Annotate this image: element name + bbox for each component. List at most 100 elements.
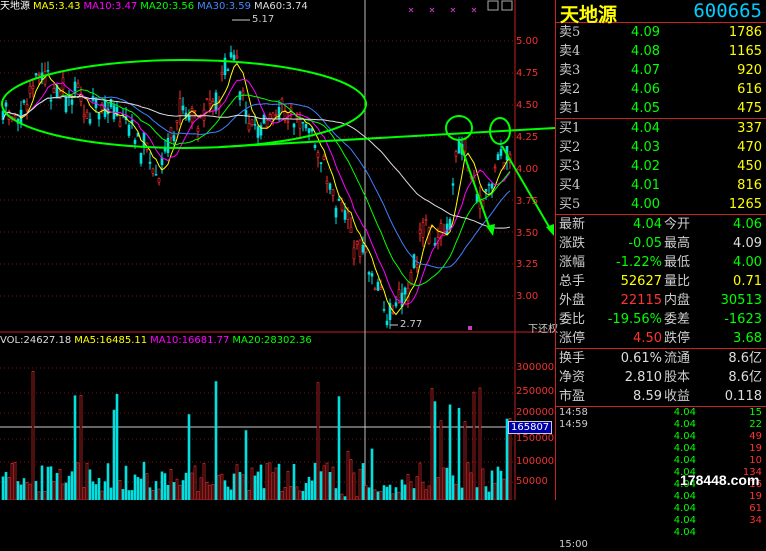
tick-row: 4.04 49: [556, 431, 766, 443]
tick-price: 4.04: [673, 455, 696, 466]
buy-volume: 816: [737, 178, 762, 193]
stat-value: -19.56%: [607, 312, 662, 327]
buy-row[interactable]: 买1 4.04 337: [556, 119, 766, 138]
buy-orders: 买1 4.04 337 买2 4.03 470 买3 4.02 450 买4 4.01 816 买5 4.…: [556, 119, 766, 214]
ma5-label: MA5:3.43: [33, 1, 81, 12]
tick-price: 4.04: [673, 431, 696, 442]
fund-value: 8.59: [633, 389, 662, 404]
stat-value: 4.00: [733, 255, 762, 270]
fundamental-stats: 换手 0.61% 流通 8.6亿 净资 2.810 股本 8.6亿 市盈 8.59 收益 0.118: [556, 349, 766, 406]
moving-average-lines: [2, 62, 511, 316]
buy-row[interactable]: 买5 4.00 1265: [556, 195, 766, 214]
buy-price: 4.02: [631, 159, 660, 174]
tick-row: 4.04 10: [556, 455, 766, 467]
buy-price: 4.03: [631, 140, 660, 155]
tick-volume: 19: [749, 443, 762, 454]
stat-row: 最新 4.04 今开 4.06: [556, 215, 766, 234]
price-tick: 3.50: [516, 228, 539, 239]
sell-volume: 920: [737, 63, 762, 78]
buy-row[interactable]: 买2 4.03 470: [556, 138, 766, 157]
buy-row[interactable]: 买4 4.01 816: [556, 176, 766, 195]
sell-row[interactable]: 卖1 4.05 475: [556, 99, 766, 118]
stat-value: 4.50: [633, 331, 662, 346]
volume-tick: 200000: [516, 407, 555, 418]
ma20-label: MA20:3.56: [140, 1, 195, 12]
volume-tick: 250000: [516, 386, 555, 397]
tick-price: 4.04: [673, 419, 696, 430]
sell-row[interactable]: 卖4 4.08 1165: [556, 42, 766, 61]
sell-label: 卖3: [559, 63, 581, 78]
tick-row: 4.04 19: [556, 491, 766, 503]
ma60-label: MA60:3.74: [253, 1, 308, 12]
tick-time: 14:59: [559, 419, 588, 430]
fund-value: 2.810: [624, 370, 662, 385]
fund-value: 0.61%: [620, 351, 662, 366]
quote-title: 天地源 600665: [556, 0, 766, 26]
price-tick: 4.00: [516, 164, 539, 175]
sell-row[interactable]: 卖5 4.09 1786: [556, 23, 766, 42]
tick-volume: 10: [749, 455, 762, 466]
stat-label: 涨跌: [559, 236, 586, 251]
fund-label: 换手: [559, 351, 586, 366]
buy-row[interactable]: 买3 4.02 450: [556, 157, 766, 176]
stat-row: 总手 52627 量比 0.71: [556, 272, 766, 291]
sell-volume: 1165: [728, 44, 762, 59]
tick-row: 14:59 4.04 22: [556, 419, 766, 431]
stat-row: 涨跌 -0.05 最高 4.09: [556, 234, 766, 253]
sell-volume: 475: [737, 101, 762, 116]
down-arrow-2: [501, 145, 553, 233]
buy-volume: 470: [737, 140, 762, 155]
fund-value: 8.6亿: [728, 370, 762, 385]
price-tick: 3.25: [516, 259, 539, 270]
volume-tick: 50000: [516, 476, 548, 487]
fund-value: 8.6亿: [728, 351, 762, 366]
volume-tick: 100000: [516, 456, 555, 467]
sell-volume: 616: [737, 82, 762, 97]
stat-value: 22115: [620, 293, 662, 308]
stat-label: 跌停: [664, 331, 691, 346]
sell-label: 卖1: [559, 101, 581, 116]
stat-label: 最高: [664, 236, 691, 251]
sell-row[interactable]: 卖3 4.07 920: [556, 61, 766, 80]
stat-label: 外盘: [559, 293, 586, 308]
stat-value: -1623: [724, 312, 762, 327]
sell-orders: 卖5 4.09 1786 卖4 4.08 1165 卖3 4.07 920 卖2 4.06 616 卖1…: [556, 23, 766, 118]
stat-label: 最低: [664, 255, 691, 270]
down-arrow-1: [459, 142, 492, 233]
tick-price: 4.04: [673, 527, 696, 538]
price-tick: 4.25: [516, 132, 539, 143]
fund-row: 换手 0.61% 流通 8.6亿: [556, 349, 766, 368]
tick-price: 4.04: [673, 503, 696, 514]
adjust-label[interactable]: 下还权: [528, 320, 558, 335]
stat-value: 0.71: [733, 274, 762, 289]
kline-chart[interactable]: [0, 0, 555, 500]
tick-price: 4.04: [673, 515, 696, 526]
vol-ma10-label: MA10:16681.77: [150, 335, 230, 346]
fund-label: 股本: [664, 370, 691, 385]
stat-row: 涨停 4.50 跌停 3.68: [556, 329, 766, 348]
stat-value: 4.09: [733, 236, 762, 251]
low-price-label: 2.77: [400, 319, 423, 330]
buy-label: 买3: [559, 159, 581, 174]
stat-label: 最新: [559, 217, 586, 232]
stat-value: 4.04: [633, 217, 662, 232]
sell-price: 4.09: [631, 25, 660, 40]
tick-price: 4.04: [673, 443, 696, 454]
price-tick: 3.00: [516, 291, 539, 302]
sell-price: 4.05: [631, 101, 660, 116]
tick-volume: 34: [749, 515, 762, 526]
volume-bars: [1, 371, 512, 500]
volume-tick: 150000: [516, 433, 555, 444]
sell-price: 4.08: [631, 44, 660, 59]
tick-volume: 61: [749, 503, 762, 514]
price-chart-header: 天地源 MA5:3.43 MA10:3.47 MA20:3.56 MA30:3.59 MA…: [0, 0, 311, 14]
tick-row: 4.04 61: [556, 503, 766, 515]
stat-value: 30513: [720, 293, 762, 308]
buy-volume: 1265: [728, 197, 762, 212]
sell-row[interactable]: 卖2 4.06 616: [556, 80, 766, 99]
candlesticks: [1, 45, 512, 329]
stock-code: 600665: [693, 0, 762, 22]
ma30-label: MA30:3.59: [197, 1, 251, 12]
stat-label: 委比: [559, 312, 586, 327]
sell-price: 4.06: [631, 82, 660, 97]
